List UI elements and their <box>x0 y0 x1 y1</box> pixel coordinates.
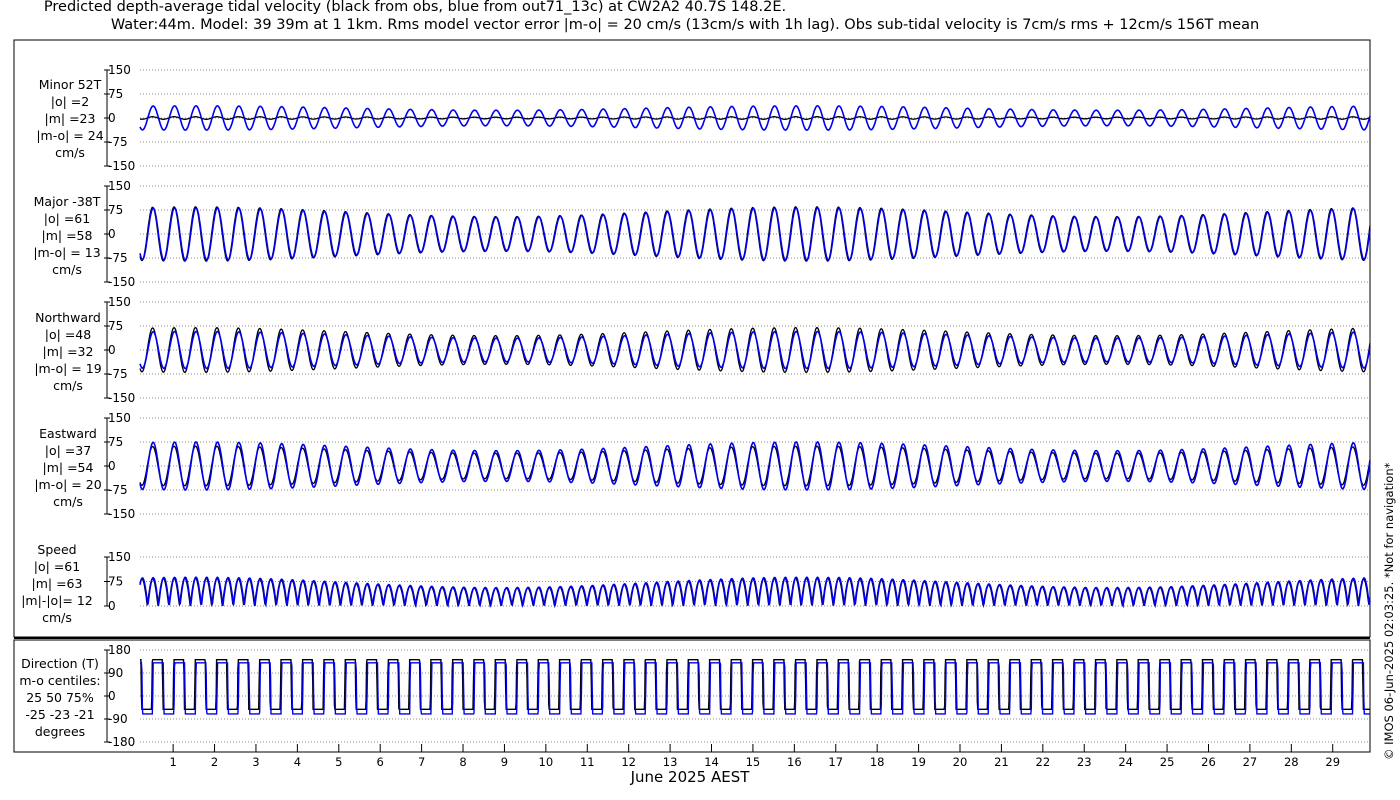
x-tick-label: 10 <box>539 755 554 769</box>
y-tick-label: 150 <box>108 295 131 309</box>
x-tick-label: 27 <box>1243 755 1258 769</box>
panel-label-line: cm/s <box>42 610 72 625</box>
x-tick-label: 7 <box>418 755 425 769</box>
panel-label-line: |o| =48 <box>44 327 92 342</box>
x-tick-label: 2 <box>211 755 218 769</box>
panel-label-line: Eastward <box>39 426 97 441</box>
panel-label-line: |m-o| = 20 <box>34 477 102 492</box>
x-tick-label: 15 <box>746 755 761 769</box>
panel-label-line: |m| =23 <box>44 111 96 126</box>
panel-label-line: 25 50 75% <box>26 690 94 705</box>
x-tick-label: 12 <box>621 755 636 769</box>
x-tick-label: 11 <box>580 755 595 769</box>
x-tick-label: 13 <box>663 755 678 769</box>
panel-label-dir: Direction (T) m-o centiles: 25 50 75% -25 -… <box>0 655 120 740</box>
x-tick-label: 18 <box>870 755 885 769</box>
x-tick-label: 25 <box>1160 755 1175 769</box>
y-tick-label: 150 <box>108 411 131 425</box>
panel-label-line: degrees <box>34 724 86 739</box>
x-tick-label: 26 <box>1201 755 1216 769</box>
panel-label-line: |m-o| = 24 <box>36 128 104 143</box>
panel-label-line: cm/s <box>55 145 85 160</box>
panel-label-line: |m-o| = 19 <box>34 361 102 376</box>
copyright-notice: © IMOS 06-Jun-2025 02:03:25. *Not for na… <box>1382 462 1396 760</box>
x-tick-label: 4 <box>294 755 301 769</box>
x-tick-label: 24 <box>1118 755 1133 769</box>
x-tick-label: 1 <box>169 755 176 769</box>
panel-label-major: Major -38T |o| =61 |m| =58 |m-o| = 13 cm/s <box>7 193 127 278</box>
x-tick-label: 16 <box>787 755 802 769</box>
panel-label-line: cm/s <box>53 378 83 393</box>
x-tick-label: 17 <box>828 755 843 769</box>
x-axis-label: June 2025 AEST <box>630 768 750 786</box>
panel-label-line: |m-o| = 13 <box>33 245 101 260</box>
x-tick-label: 20 <box>953 755 968 769</box>
panel-label-line: Major -38T <box>33 194 101 209</box>
x-tick-label: 23 <box>1077 755 1092 769</box>
panel-label-line: |m| =63 <box>31 576 83 591</box>
panel-label-line: Speed <box>37 542 77 557</box>
panel-label-line: |m| =54 <box>42 460 94 475</box>
panel-label-line: |m| =58 <box>41 228 93 243</box>
x-tick-label: 21 <box>994 755 1009 769</box>
x-tick-label: 3 <box>252 755 259 769</box>
panel-label-line: Minor 52T <box>38 77 102 92</box>
x-tick-label: 8 <box>459 755 466 769</box>
panel-label-line: m-o centiles: <box>19 673 101 688</box>
panel-label-east: Eastward |o| =37 |m| =54 |m-o| = 20 cm/s <box>8 425 128 510</box>
y-tick-label: -150 <box>108 159 135 173</box>
panel-label-north: Northward |o| =48 |m| =32 |m-o| = 19 cm/s <box>8 309 128 394</box>
panel-label-line: |o| =61 <box>43 211 91 226</box>
panel-label-line: |m|-|o|= 12 <box>21 593 93 608</box>
x-tick-label: 5 <box>335 755 342 769</box>
x-tick-label: 28 <box>1284 755 1299 769</box>
x-tick-label: 14 <box>704 755 719 769</box>
panel-label-minor: Minor 52T |o| =2 |m| =23 |m-o| = 24 cm/s <box>10 76 130 161</box>
x-tick-label: 29 <box>1325 755 1340 769</box>
panel-label-line: cm/s <box>53 494 83 509</box>
tidal-velocity-chart: 1 2 3 4 5 6 7 8 9 10 11 12 13 14 15 16 17 18 19 20 21 22 23 24 2… <box>13 39 1371 769</box>
x-tick-label: 19 <box>911 755 926 769</box>
x-tick-label: 22 <box>1036 755 1051 769</box>
panel-label-speed: Speed |o| =61 |m| =63 |m|-|o|= 12 cm/s <box>0 541 117 626</box>
panel-label-line: |o| =37 <box>44 443 92 458</box>
panel-label-line: |o| =61 <box>33 559 81 574</box>
panel-label-line: |m| =32 <box>42 344 94 359</box>
panel-label-line: Direction (T) <box>21 656 99 671</box>
panel-label-line: Northward <box>35 310 101 325</box>
y-tick-label: 150 <box>108 63 131 77</box>
panel-label-line: |o| =2 <box>50 94 90 109</box>
panel-label-line: cm/s <box>52 262 82 277</box>
y-tick-label: 150 <box>108 179 131 193</box>
series-model-direction <box>140 662 1370 715</box>
x-tick-label: 6 <box>377 755 384 769</box>
x-tick-label: 9 <box>501 755 508 769</box>
panel-label-line: -25 -23 -21 <box>25 707 95 722</box>
